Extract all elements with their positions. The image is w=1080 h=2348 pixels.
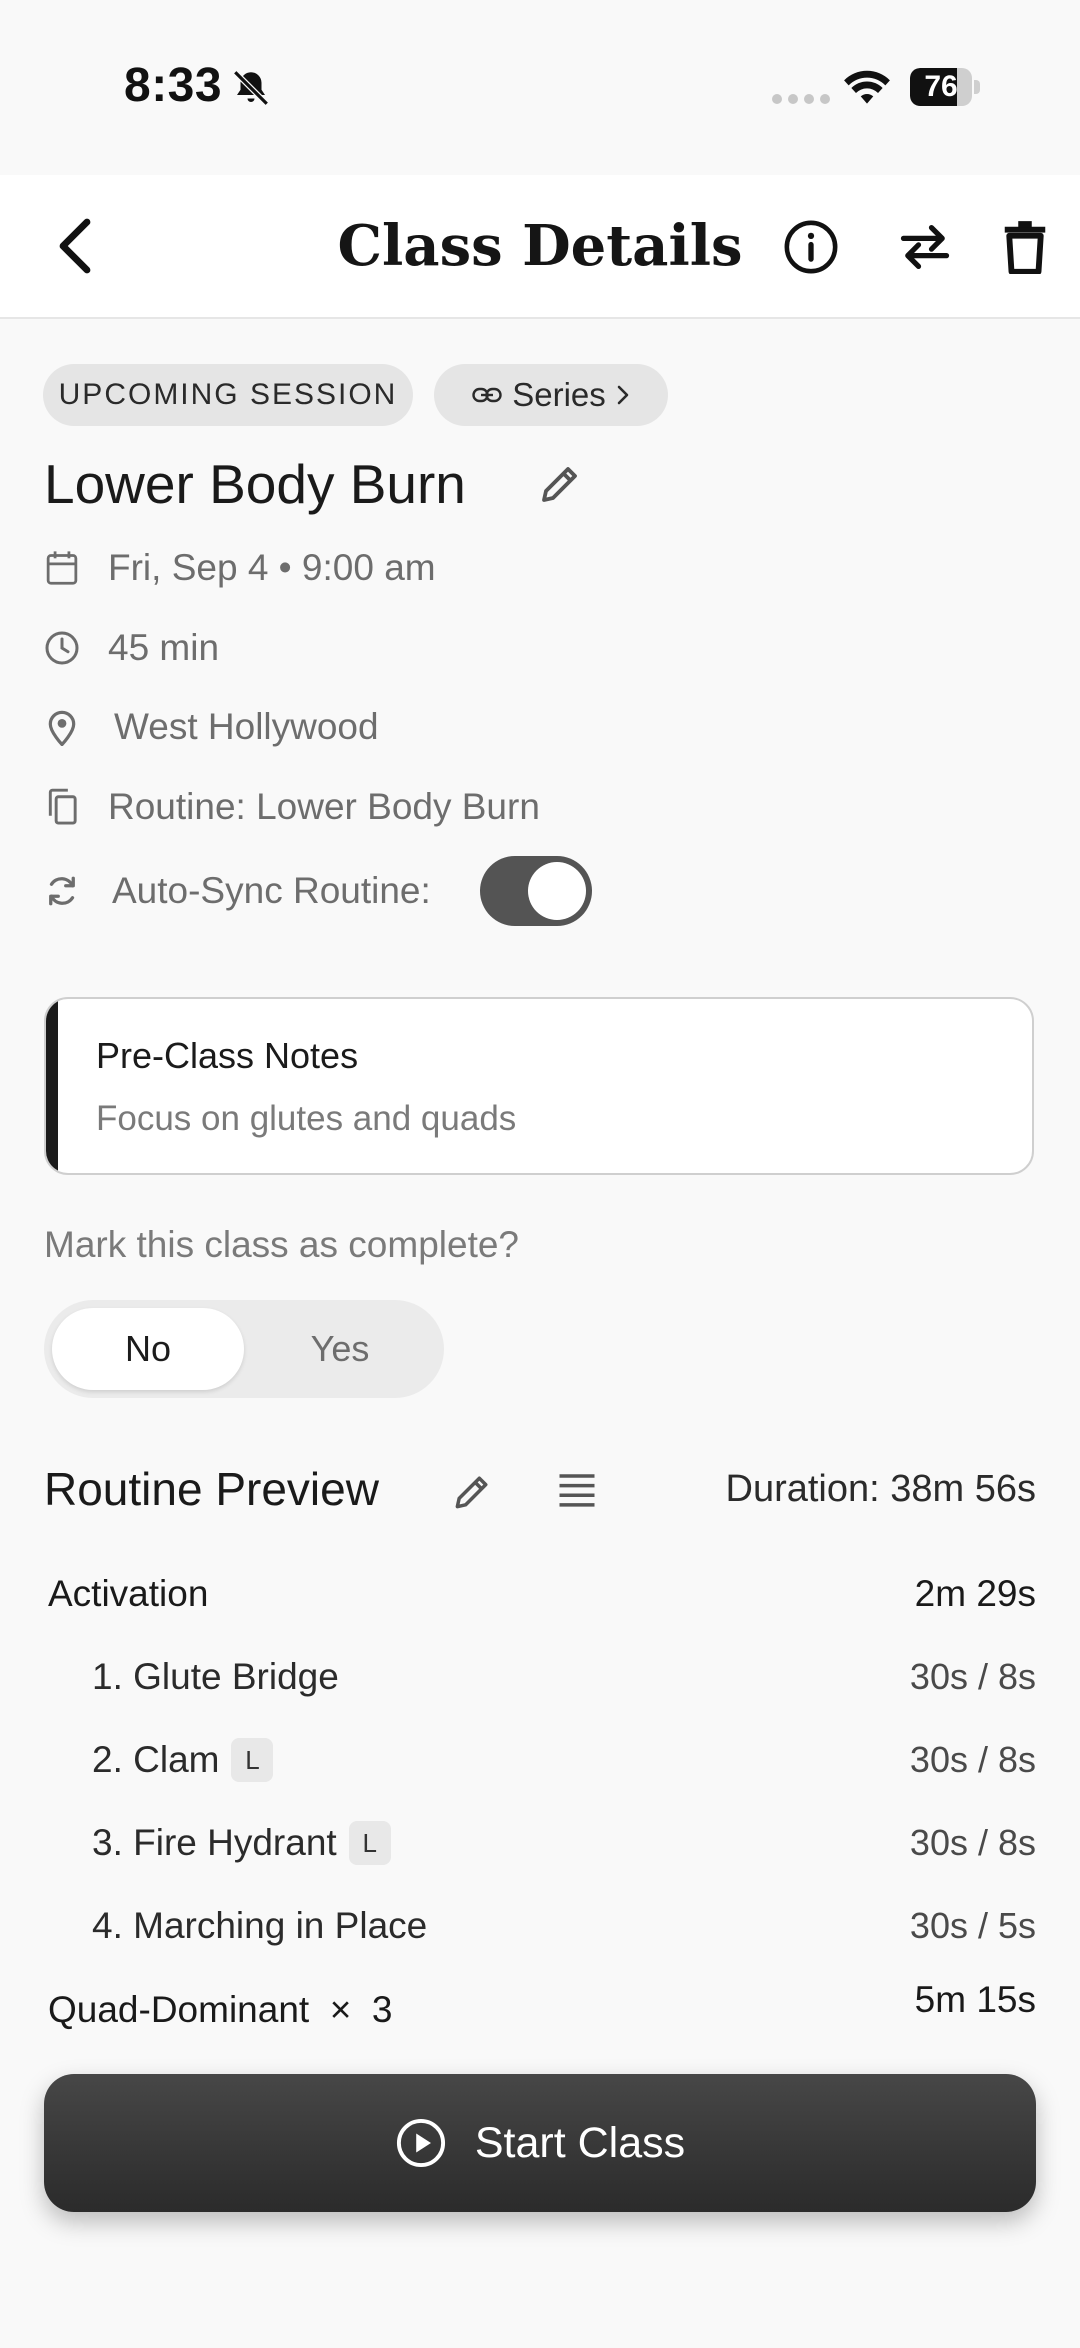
battery-icon: 76	[910, 68, 980, 108]
routine-list-button[interactable]	[556, 1470, 598, 1510]
session-status-chip: UPCOMING SESSION	[43, 364, 413, 426]
routine-preview-title: Routine Preview	[44, 1463, 379, 1515]
section-row[interactable]: Activation 2m 29s	[48, 1564, 1036, 1624]
section-name: Quad-Dominant × 3	[48, 1989, 393, 2030]
routine-duration: Duration: 38m 56s	[725, 1468, 1037, 1510]
app-header: Class Details	[0, 175, 1080, 319]
exercise-row[interactable]: 4. Marching in Place 30s / 5s	[48, 1896, 1036, 1956]
side-badge: L	[231, 1738, 274, 1782]
toggle-knob	[528, 862, 586, 920]
pre-class-notes-card[interactable]: Pre-Class Notes Focus on glutes and quad…	[44, 997, 1034, 1175]
clock-icon	[44, 630, 80, 666]
class-location: West Hollywood	[114, 706, 379, 747]
routine-row: Routine: Lower Body Burn	[44, 777, 540, 837]
exercise-name: 4. Marching in Place	[92, 1905, 428, 1946]
class-duration: 45 min	[108, 627, 220, 668]
location-row: West Hollywood	[44, 697, 379, 757]
duration-row: 45 min	[44, 618, 219, 678]
auto-sync-toggle[interactable]	[480, 856, 592, 926]
list-lines-icon	[559, 1474, 595, 1507]
section-time: 2m 29s	[914, 1573, 1036, 1614]
wifi-icon	[842, 68, 892, 106]
auto-sync-label: Auto-Sync Routine:	[112, 870, 431, 911]
info-button[interactable]	[779, 215, 843, 279]
exercise-name: 3. Fire Hydrant	[92, 1822, 337, 1863]
info-icon	[784, 220, 838, 274]
series-chip[interactable]: Series	[434, 364, 668, 426]
series-chip-label: Series	[512, 376, 606, 413]
exercise-time: 30s / 5s	[909, 1905, 1036, 1946]
exercise-time: 30s / 8s	[909, 1739, 1036, 1780]
swap-button[interactable]	[893, 215, 957, 279]
sync-icon	[44, 872, 80, 910]
pencil-icon	[542, 467, 577, 502]
section-time: 5m 15s	[914, 1979, 1036, 2020]
copy-icon	[44, 788, 80, 826]
bell-muted-icon	[230, 66, 272, 110]
chevron-right-icon	[617, 385, 629, 405]
play-circle-icon	[396, 2118, 445, 2168]
notes-text: Focus on glutes and quads	[96, 1099, 517, 1138]
pencil-icon	[455, 1476, 488, 1509]
complete-yes-option[interactable]: Yes	[244, 1308, 436, 1390]
class-routine: Routine: Lower Body Burn	[108, 786, 540, 827]
exercise-name: 1. Glute Bridge	[92, 1656, 339, 1697]
class-title: Lower Body Burn	[44, 453, 466, 515]
auto-sync-row: Auto-Sync Routine:	[44, 861, 431, 921]
link-icon	[472, 387, 502, 403]
exercise-row[interactable]: 1. Glute Bridge 30s / 8s	[48, 1647, 1036, 1707]
exercise-row[interactable]: 2. Clam L 30s / 8s	[48, 1730, 1036, 1790]
side-badge: L	[348, 1821, 391, 1865]
datetime-row: Fri, Sep 4 • 9:00 am	[44, 538, 436, 598]
start-class-label: Start Class	[474, 2118, 686, 2167]
exercise-row[interactable]: 3. Fire Hydrant L 30s / 8s	[48, 1813, 1036, 1873]
section-row[interactable]: Quad-Dominant × 3 5m 15s	[48, 1979, 1036, 2040]
trash-icon	[1004, 221, 1046, 274]
calendar-icon	[44, 550, 80, 586]
notes-title: Pre-Class Notes	[96, 1035, 359, 1076]
cellular-signal-icon	[772, 94, 830, 104]
battery-level: 76	[924, 70, 958, 103]
notes-accent-bar	[46, 999, 58, 1173]
status-time: 8:33	[124, 59, 223, 112]
complete-question: Mark this class as complete?	[44, 1224, 520, 1265]
class-datetime: Fri, Sep 4 • 9:00 am	[108, 547, 436, 588]
exercise-name: 2. Clam	[92, 1739, 220, 1780]
back-chevron-icon	[59, 218, 91, 274]
section-name: Activation	[48, 1573, 209, 1614]
location-pin-icon	[44, 708, 80, 746]
swap-arrows-icon	[900, 225, 950, 269]
exercise-time: 30s / 8s	[909, 1822, 1036, 1863]
delete-button[interactable]	[993, 215, 1057, 279]
back-button[interactable]	[40, 211, 110, 281]
exercise-time: 30s / 8s	[909, 1656, 1036, 1697]
edit-title-button[interactable]	[536, 460, 584, 508]
complete-no-option[interactable]: No	[52, 1308, 244, 1390]
complete-segmented-control: No Yes	[44, 1300, 444, 1398]
edit-routine-button[interactable]	[450, 1470, 494, 1514]
start-class-button[interactable]: Start Class	[44, 2074, 1036, 2212]
